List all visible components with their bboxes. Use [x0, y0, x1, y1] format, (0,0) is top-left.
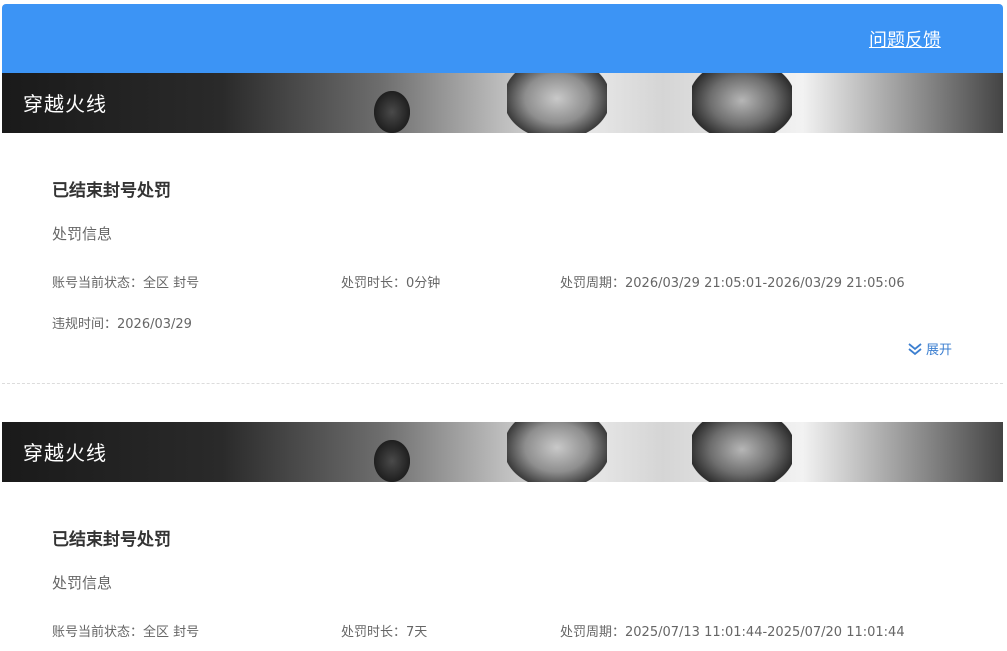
penalty-period-value: 2025/07/13 11:01:44-2025/07/20 11:01:44 — [625, 625, 905, 640]
penalty-duration-label: 处罚时长： — [341, 276, 407, 291]
banner-art-character-male — [692, 422, 792, 482]
account-status: 账号当前状态：全区 封号 — [52, 621, 199, 640]
penalty-period: 处罚周期：2026/03/29 21:05:01-2026/03/29 21:0… — [560, 272, 905, 291]
penalty-duration: 处罚时长：0分钟 — [341, 272, 440, 291]
banner-art-character-female — [507, 422, 607, 482]
penalty-card: 已结束封号处罚 处罚信息 账号当前状态：全区 封号 处罚时长：0分钟 处罚周期：… — [2, 133, 1003, 384]
penalty-info-label: 处罚信息 — [52, 225, 113, 243]
penalty-duration-label: 处罚时长： — [341, 625, 407, 640]
penalty-status-title: 已结束封号处罚 — [52, 181, 171, 201]
penalty-period-label: 处罚周期： — [560, 276, 626, 291]
banner-art-character-female — [507, 73, 607, 133]
feedback-link[interactable]: 问题反馈 — [869, 26, 941, 52]
game-banner: 穿越火线 — [2, 73, 1003, 133]
account-status-value: 全区 封号 — [143, 625, 200, 640]
penalty-period: 处罚周期：2025/07/13 11:01:44-2025/07/20 11:0… — [560, 621, 905, 640]
penalty-duration: 处罚时长：7天 — [341, 621, 427, 640]
penalty-period-label: 处罚周期： — [560, 625, 626, 640]
account-status: 账号当前状态：全区 封号 — [52, 272, 199, 291]
violation-time-label: 违规时间： — [52, 317, 118, 332]
game-title: 穿越火线 — [23, 441, 107, 465]
penalty-status-title: 已结束封号处罚 — [52, 530, 171, 550]
account-status-label: 账号当前状态： — [52, 276, 144, 291]
account-status-label: 账号当前状态： — [52, 625, 144, 640]
penalty-info-label: 处罚信息 — [52, 574, 113, 592]
penalty-duration-value: 0分钟 — [406, 276, 441, 291]
account-status-value: 全区 封号 — [143, 276, 200, 291]
penalty-duration-value: 7天 — [406, 625, 428, 640]
game-title: 穿越火线 — [23, 92, 107, 116]
expand-button[interactable]: 展开 — [907, 339, 952, 358]
banner-art-hand — [374, 440, 410, 482]
banner-art-hand — [374, 91, 410, 133]
expand-label: 展开 — [925, 343, 952, 358]
banner-art-character-male — [692, 73, 792, 133]
game-banner: 穿越火线 — [2, 422, 1003, 482]
violation-time: 违规时间：2026/03/29 — [52, 313, 192, 332]
top-bar: 问题反馈 — [2, 4, 1003, 73]
penalty-record-page: 问题反馈 穿越火线 已结束封号处罚 处罚信息 账号当前状态：全区 封号 处罚时长… — [2, 4, 1003, 651]
chevron-double-down-icon — [908, 342, 922, 355]
violation-time-value: 2026/03/29 — [117, 317, 192, 332]
penalty-period-value: 2026/03/29 21:05:01-2026/03/29 21:05:06 — [625, 276, 905, 291]
